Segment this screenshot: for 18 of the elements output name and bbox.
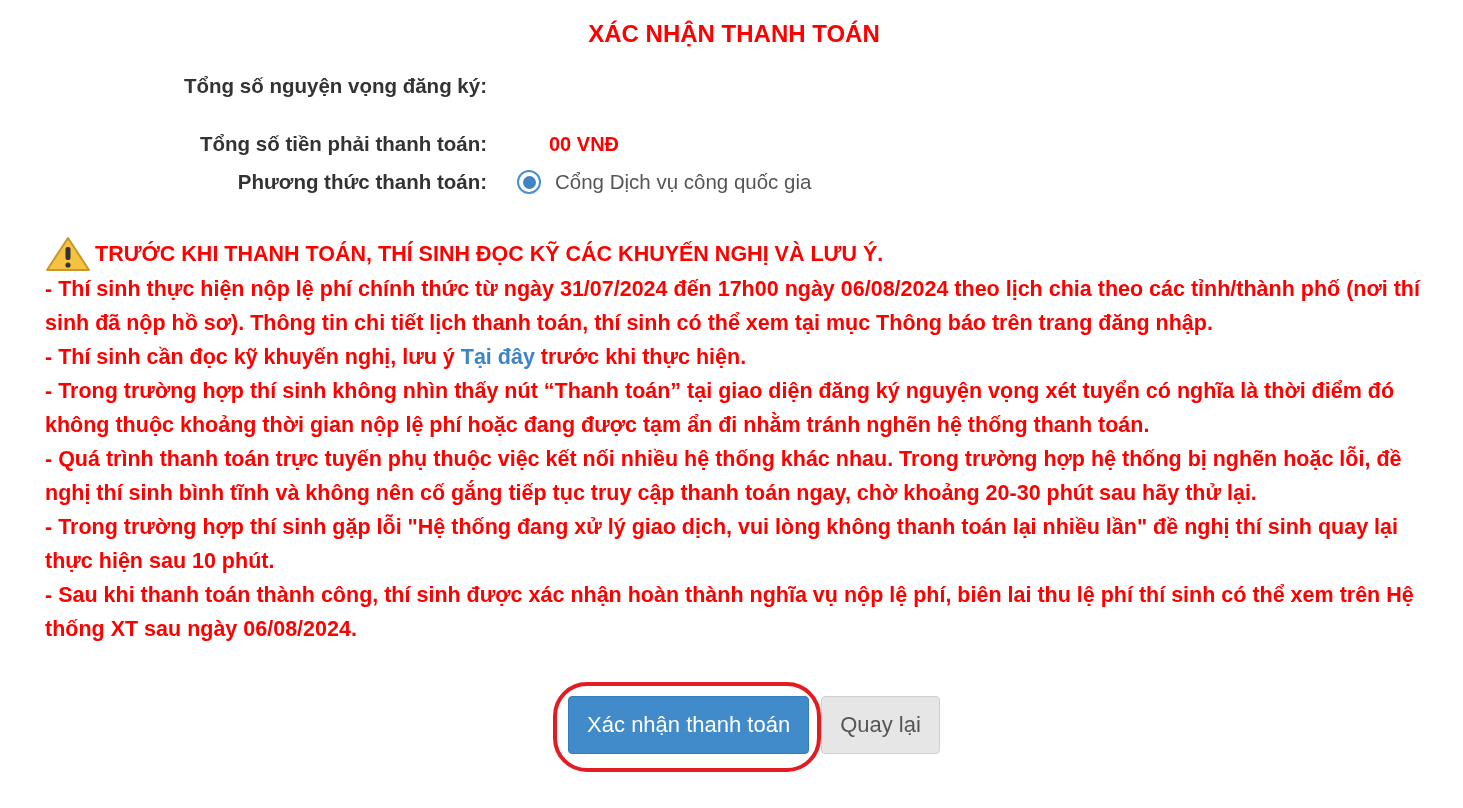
warning-heading: TRƯỚC KHI THANH TOÁN, THÍ SINH ĐỌC KỸ CÁC KHUYẾN NGHỊ VÀ LƯU Ý. bbox=[95, 241, 884, 267]
warning-icon bbox=[45, 236, 91, 272]
amount-value: 00 VNĐ bbox=[548, 132, 621, 156]
here-link[interactable]: Tại đây bbox=[460, 345, 535, 369]
radio-button[interactable] bbox=[517, 170, 541, 194]
note-paragraph: - Quá trình thanh toán trực tuyến phụ thuộc việc kết nối nhiều hệ thống khác nhau. Trong trường hợp hệ thống bị nghẽn hoặc lỗi, đề nghị thí sinh bình tĩnh và không nên cố gắng tiếp tục truy cập thanh toán ngay, chờ khoảng 20-30 phút sau hãy thử lại. bbox=[45, 445, 1403, 507]
note-paragraph: - Trong trường hợp thí sinh không nhìn thấy nút “Thanh toán” tại giao diện đăng ký nguyện vọng xét tuyển có nghĩa là thời điểm đó không thuộc khoảng thời gian nộp lệ phí hoặc đang được tạm ẩn đi nhằm tránh nghẽn hệ thống thanh toán. bbox=[45, 378, 1396, 439]
note-paragraph: - Thí sinh thực hiện nộp lệ phí chính thức từ ngày 31/07/2024 đến 17h00 ngày 06/08/2024 theo lịch chia theo các tỉnh/thành phố (nơi thí sinh đã nộp hồ sơ). Thông tin chi tiết lịch thanh toán, thí sinh có thể xem tại mục Thông báo trên trang đăng nhập. bbox=[45, 276, 1422, 337]
back-button[interactable]: Quay lại bbox=[821, 696, 940, 754]
note-paragraph: - Trong trường hợp thí sinh gặp lỗi "Hệ thống đang xử lý giao dịch, vui lòng không thanh toán lại nhiều lần" đề nghị thí sinh quay lại thực hiện sau 10 phút. bbox=[45, 513, 1399, 575]
field-label: Phương thức thanh toán: bbox=[237, 170, 487, 194]
field-label: Tổng số tiền phải thanh toán: bbox=[200, 132, 487, 156]
radio-label[interactable]: Cổng Dịch vụ công quốc gia bbox=[555, 170, 812, 194]
page-title: XÁC NHẬN THANH TOÁN bbox=[588, 20, 880, 48]
note-paragraph: - Sau khi thanh toán thành công, thí sinh được xác nhận hoàn thành nghĩa vụ nộp lệ phí, biên lai thu lệ phí thí sinh có thể xem trên Hệ thống XT sau ngày 06/08/2024. bbox=[45, 582, 1415, 643]
note-paragraph: - Thí sinh cần đọc kỹ khuyến nghị, lưu ý Tại đây trước khi thực hiện. bbox=[45, 344, 748, 371]
confirm-payment-button[interactable]: Xác nhận thanh toán bbox=[568, 696, 810, 754]
field-label: Tổng số nguyện vọng đăng ký: bbox=[184, 74, 487, 98]
